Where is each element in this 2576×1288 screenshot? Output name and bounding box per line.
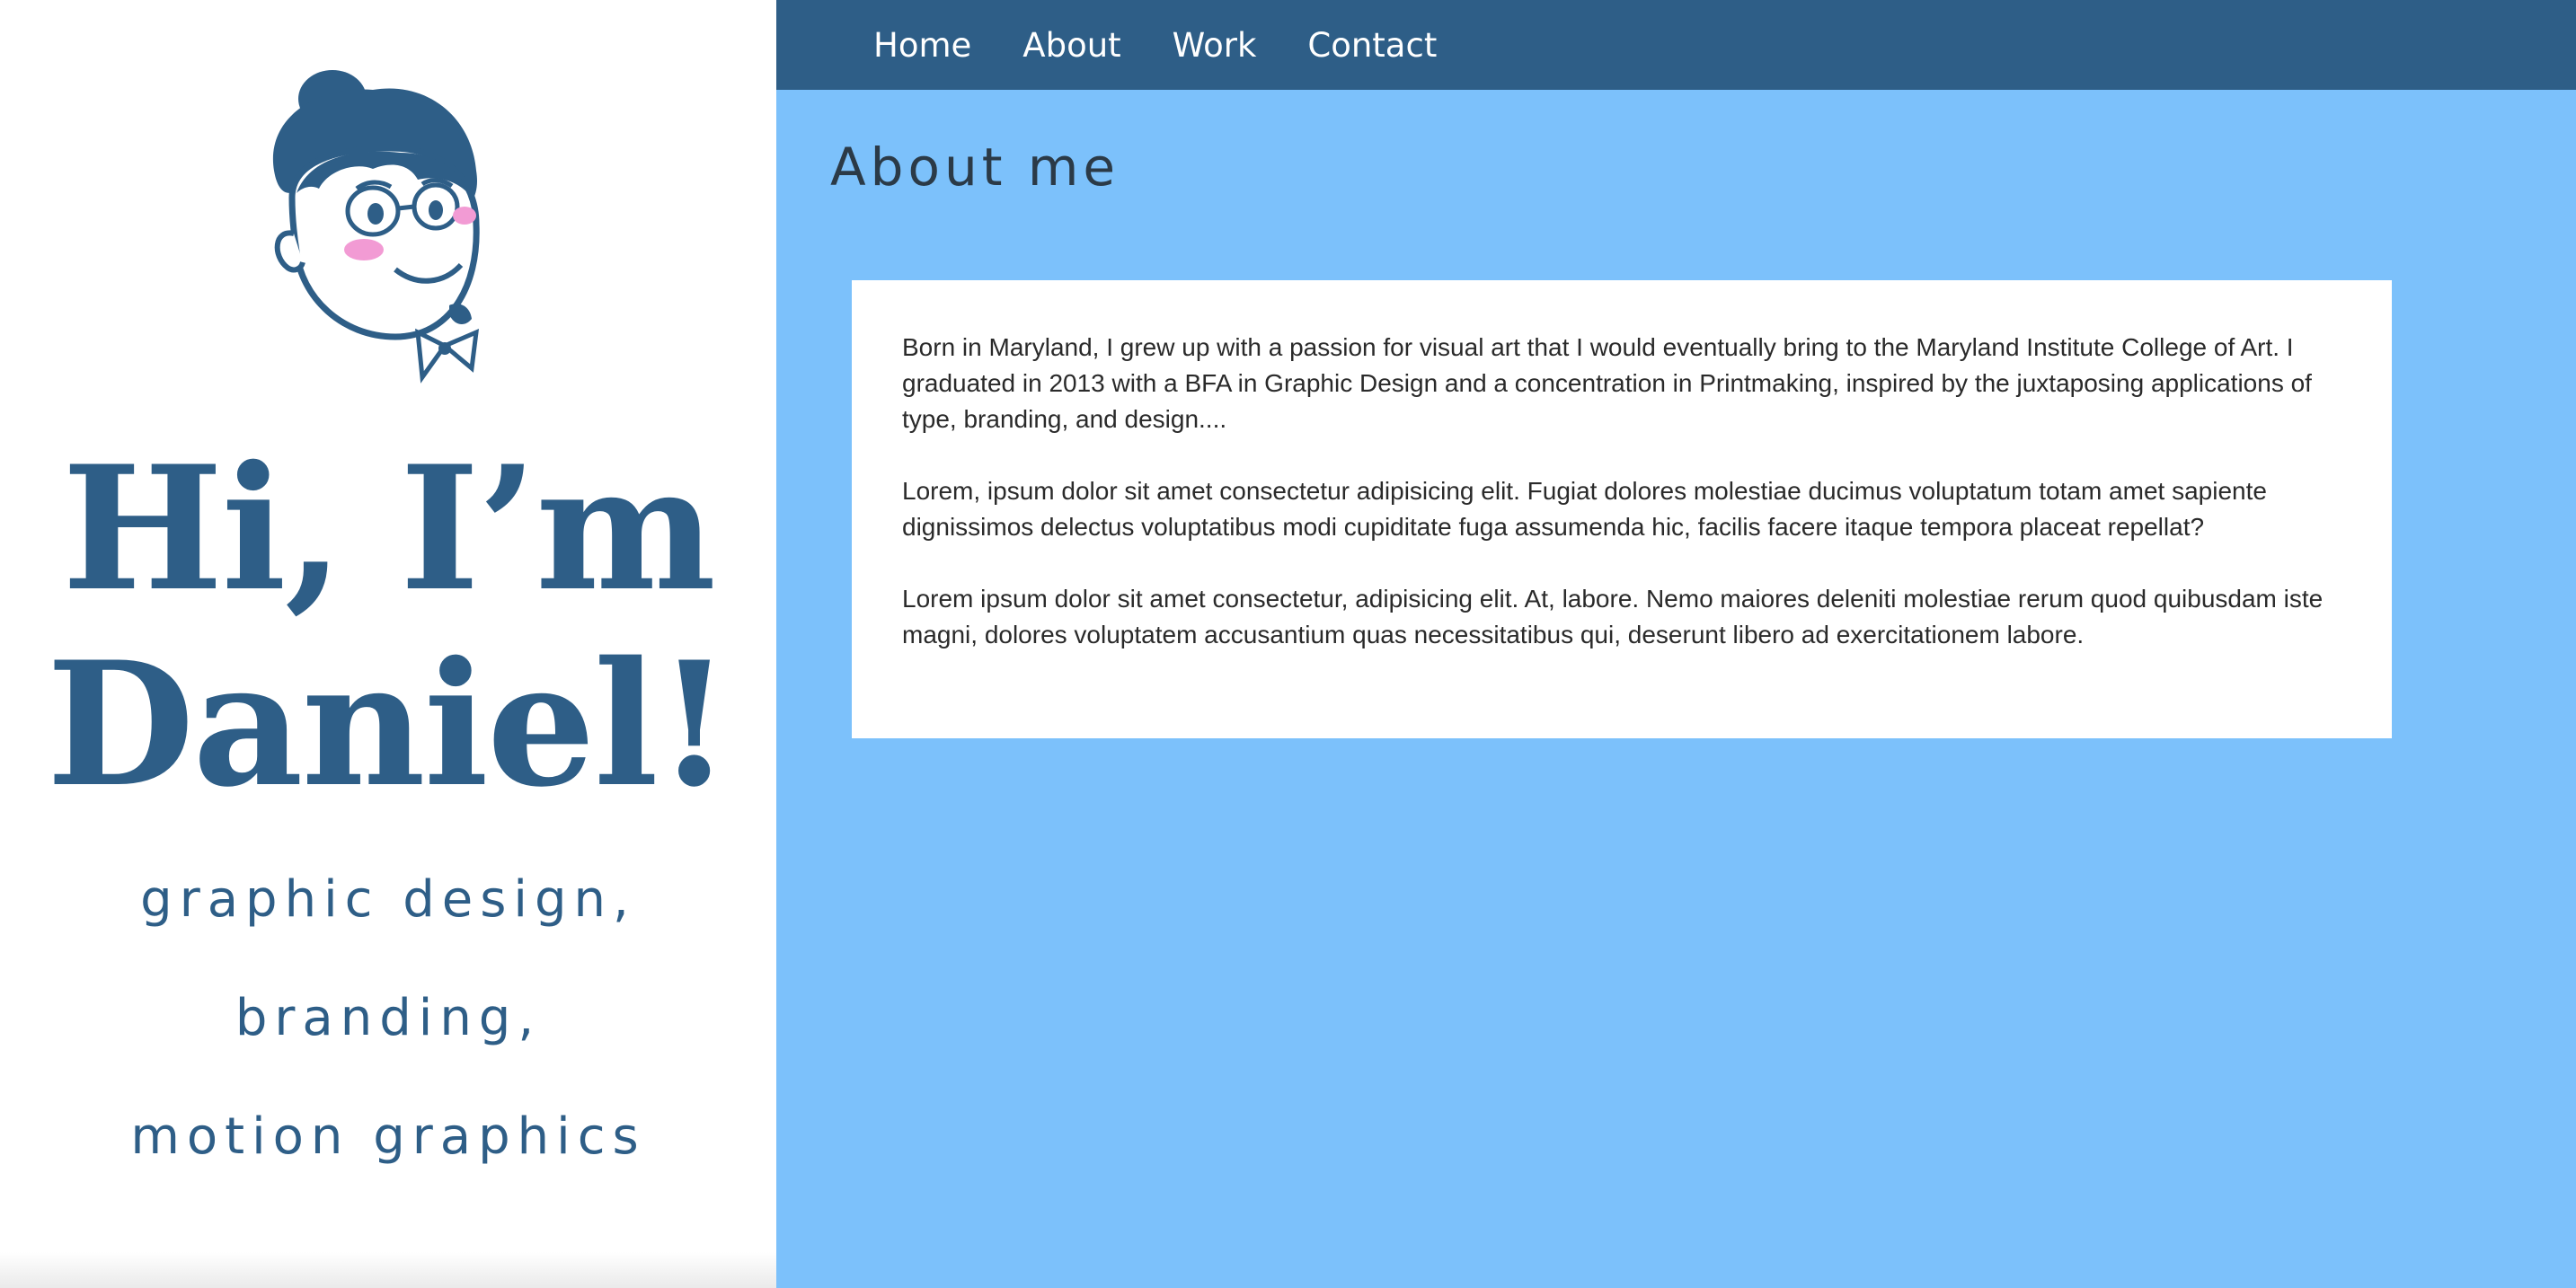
hero-line-1: Hi, I’m bbox=[61, 428, 716, 629]
about-paragraph: Lorem ipsum dolor sit amet consectetur, … bbox=[902, 585, 2324, 648]
skill-item: motion graphics bbox=[130, 1107, 646, 1166]
nav-link-about[interactable]: About bbox=[1022, 26, 1120, 65]
hero-line-2: Daniel! bbox=[46, 624, 732, 825]
sidebar: Hi, I’m Daniel! graphic design, branding… bbox=[0, 0, 776, 1288]
about-paragraph: Born in Maryland, I grew up with a passi… bbox=[902, 333, 2312, 433]
skill-item: branding, bbox=[235, 989, 542, 1047]
main-content: Home About Work Contact About me Born in… bbox=[776, 0, 2576, 1288]
skills-list: graphic design, branding, motion graphic… bbox=[0, 853, 776, 1209]
skill-item: graphic design, bbox=[140, 870, 636, 929]
page: Hi, I’m Daniel! graphic design, branding… bbox=[0, 0, 2576, 1288]
hero-title: Hi, I’m Daniel! bbox=[0, 431, 776, 823]
nav-link-work[interactable]: Work bbox=[1173, 26, 1257, 65]
section-title: About me bbox=[830, 137, 1120, 198]
nav-link-home[interactable]: Home bbox=[873, 26, 971, 65]
nav-links: Home About Work Contact bbox=[873, 0, 1488, 90]
about-card: Born in Maryland, I grew up with a passi… bbox=[852, 280, 2392, 738]
cartoon-avatar-icon bbox=[272, 70, 480, 384]
about-paragraph: Lorem, ipsum dolor sit amet consectetur … bbox=[902, 477, 2267, 541]
top-navbar: Home About Work Contact bbox=[776, 0, 2576, 90]
nav-link-contact[interactable]: Contact bbox=[1307, 26, 1437, 65]
